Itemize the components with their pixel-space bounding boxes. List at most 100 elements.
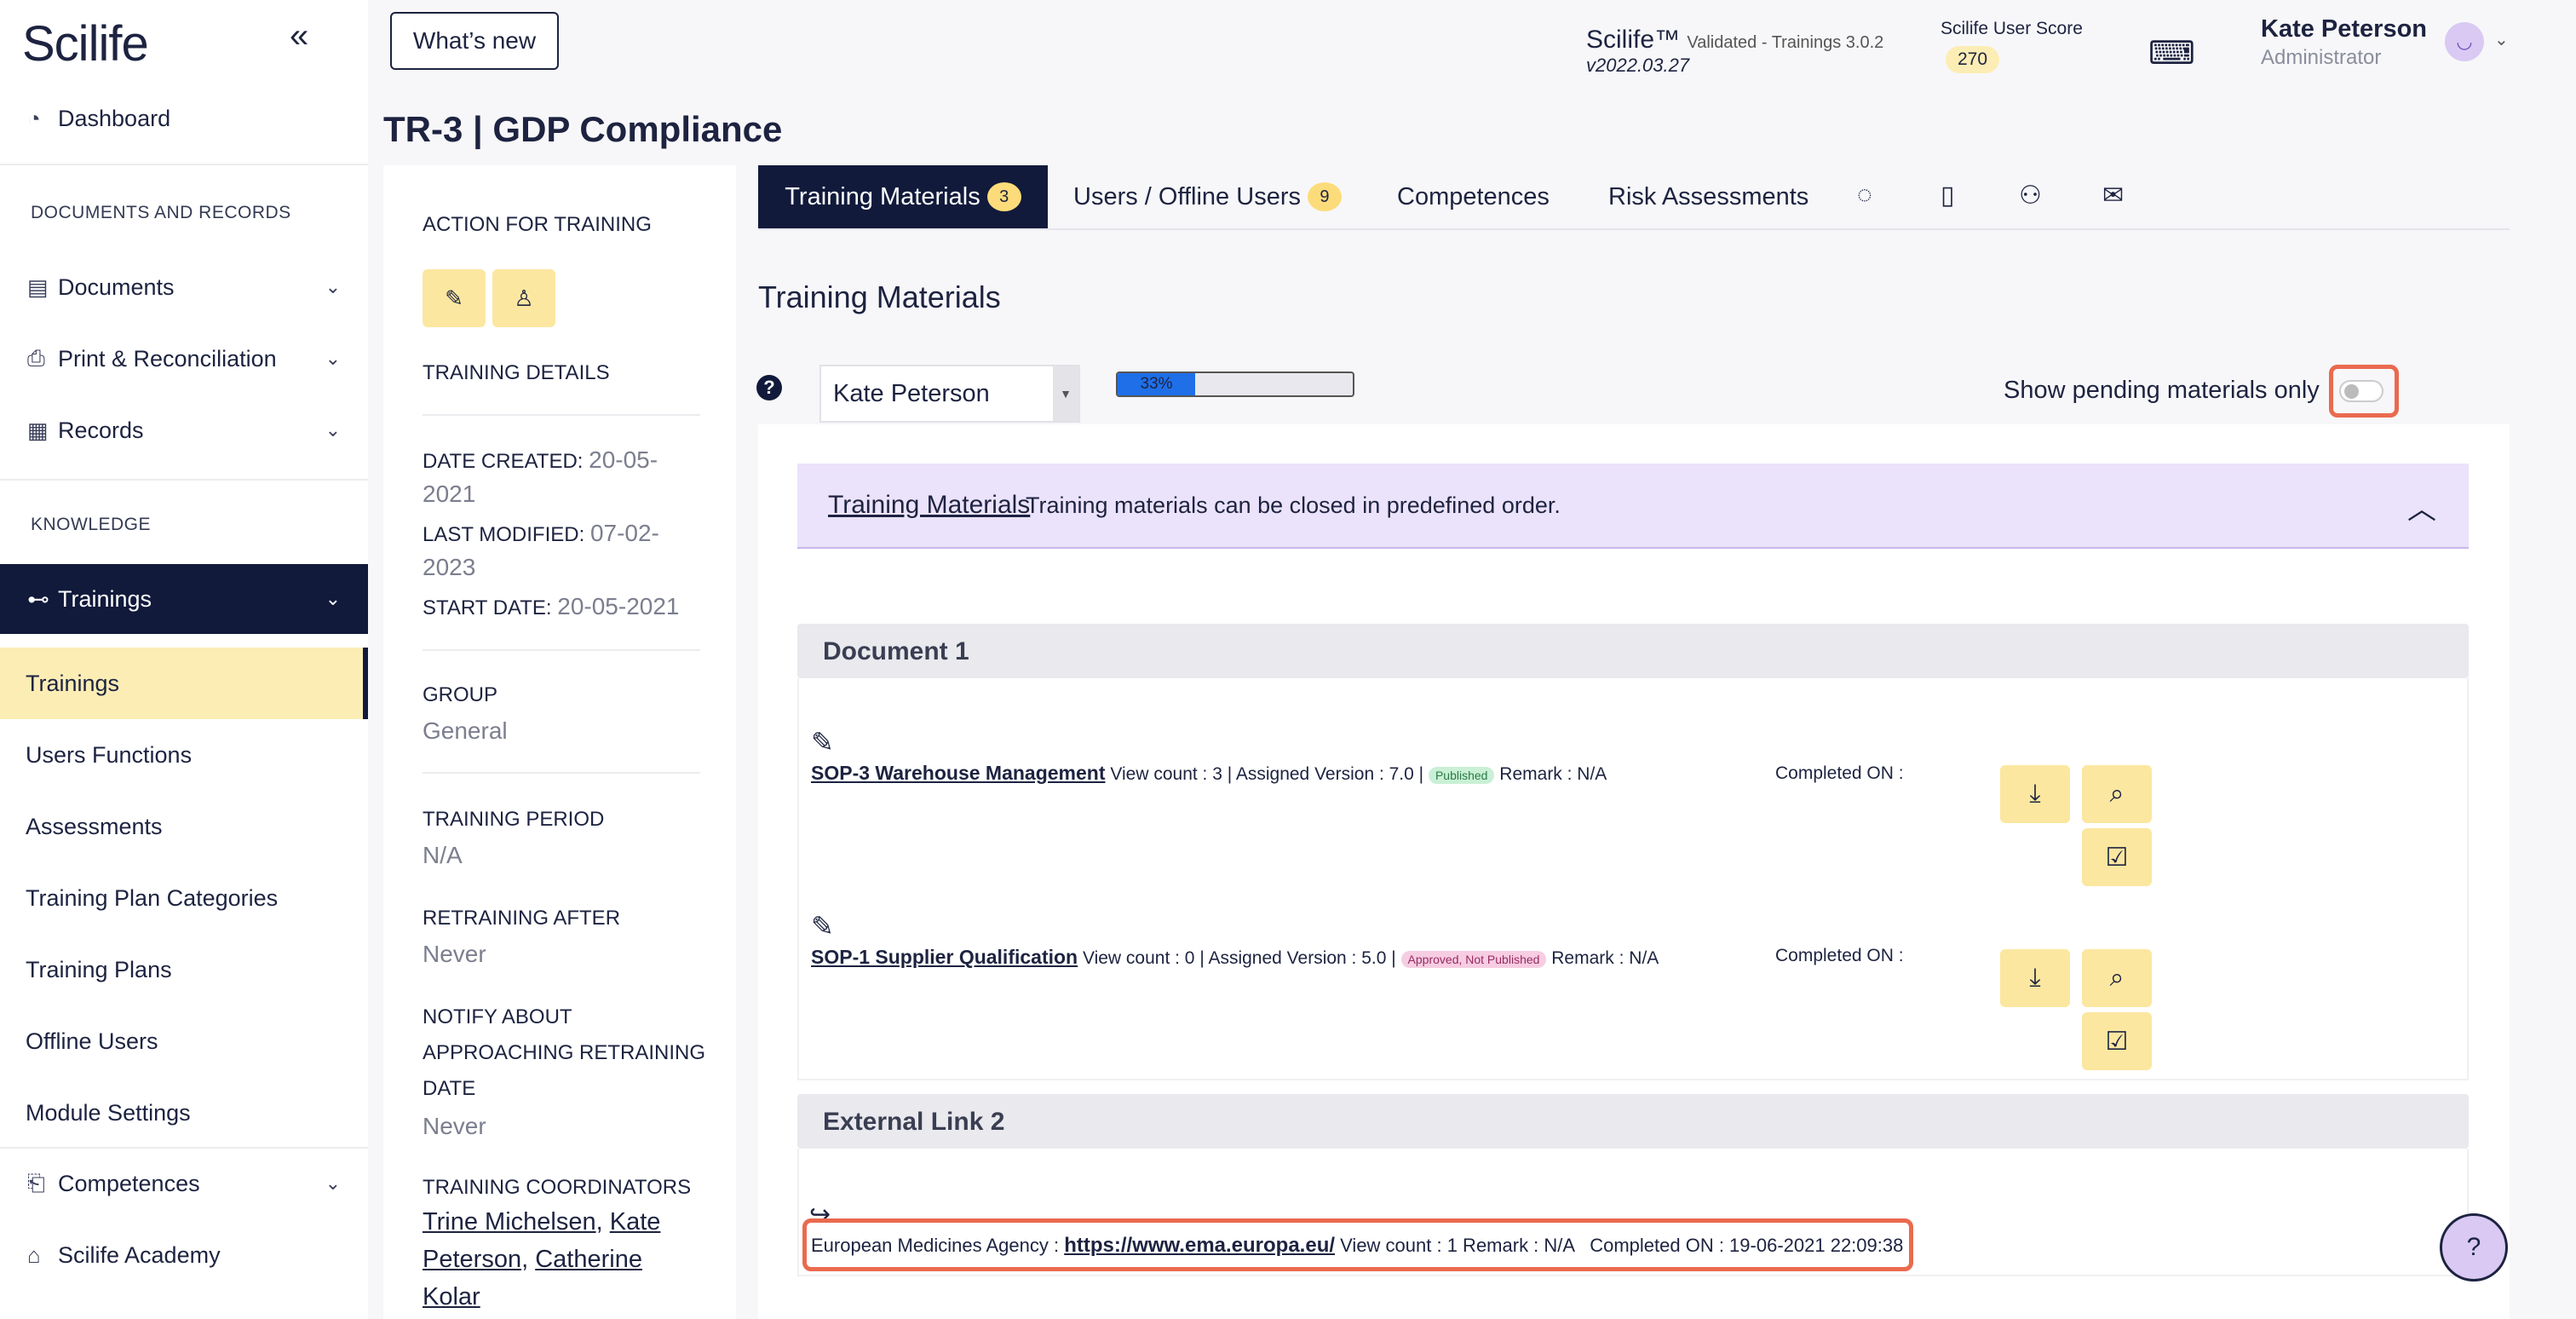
- users-icon[interactable]: ⚇: [2019, 181, 2042, 210]
- external-link-url[interactable]: https://www.ema.europa.eu/: [1064, 1234, 1335, 1257]
- user-name[interactable]: Kate Peterson: [2261, 15, 2427, 43]
- training-period-value: N/A: [423, 842, 463, 868]
- comma: ,: [595, 1208, 603, 1235]
- pencil-icon: ✎: [445, 285, 463, 311]
- mark-complete-button[interactable]: ☑: [2082, 1012, 2152, 1070]
- user-score-label: Scilife User Score: [1941, 19, 2083, 38]
- assign-user-button[interactable]: ♙: [492, 269, 555, 327]
- notify-label-2: APPROACHING RETRAINING: [423, 1041, 706, 1064]
- sidebar-item-print[interactable]: ⎙ Print & Reconciliation ⌄: [0, 324, 368, 394]
- whats-new-button[interactable]: What’s new: [390, 12, 559, 70]
- view-button[interactable]: ⌕: [2082, 949, 2152, 1007]
- collapse-sidebar-icon[interactable]: «: [290, 19, 327, 56]
- progress-bar: 33%: [1116, 372, 1354, 397]
- divider: [423, 772, 700, 774]
- app-version: v2022.03.27: [1586, 55, 1690, 76]
- records-icon: ▦: [27, 417, 49, 443]
- material-row: SOP-1 Supplier Qualification View count …: [811, 946, 1659, 969]
- sidebar-subitem-offline-users[interactable]: Offline Users: [0, 1005, 368, 1077]
- start-date-value: 20-05-2021: [557, 593, 680, 619]
- sidebar-item-academy[interactable]: ⌂ Scilife Academy: [0, 1220, 368, 1290]
- material-meta: View count : 0 | Assigned Version : 5.0 …: [1082, 948, 1396, 968]
- material-link[interactable]: SOP-1 Supplier Qualification: [811, 946, 1078, 968]
- material-row: SOP-3 Warehouse Management View count : …: [811, 762, 1607, 785]
- tab-users[interactable]: Users / Offline Users 9: [1073, 165, 1342, 228]
- tab-competences[interactable]: Competences: [1397, 165, 1550, 228]
- coordinator-link[interactable]: Trine Michelsen: [423, 1208, 596, 1235]
- chevron-down-icon: ⌄: [325, 1172, 341, 1194]
- date-created-label-text: DATE CREATED:: [423, 450, 584, 473]
- coordinators-line-2: Peterson, Catherine: [423, 1246, 642, 1274]
- sidebar-item-documents[interactable]: ▤ Documents ⌄: [0, 252, 368, 322]
- sidebar-item-competences[interactable]: ⎗ Competences ⌄: [0, 1149, 368, 1218]
- sidebar-item-label: Dashboard: [58, 105, 171, 131]
- coordinator-link[interactable]: Kate: [610, 1208, 661, 1235]
- sidebar-subitem-training-plan-categories[interactable]: Training Plan Categories: [0, 862, 368, 934]
- mark-complete-button[interactable]: ☑: [2082, 828, 2152, 886]
- sidebar-item-label: Competences: [58, 1170, 200, 1196]
- edit-button[interactable]: ✎: [423, 269, 486, 327]
- comment-icon[interactable]: ◌: [1857, 181, 1872, 210]
- tab-risk-assessments[interactable]: Risk Assessments: [1608, 165, 1808, 228]
- help-fab-icon[interactable]: ?: [2440, 1213, 2508, 1282]
- mail-icon[interactable]: ✉: [2102, 181, 2124, 210]
- section-body: [797, 678, 2469, 1080]
- divider: [423, 649, 700, 651]
- last-modified-value-1: 07-02-: [589, 520, 659, 546]
- external-link-row: European Medicines Agency : https://www.…: [811, 1234, 1903, 1258]
- download-button[interactable]: ⤓: [2000, 765, 2070, 823]
- coordinator-link[interactable]: Catherine: [535, 1246, 642, 1273]
- external-link-completed: Completed ON : 19-06-2021 22:09:38: [1590, 1235, 1904, 1256]
- chevron-down-icon: ⌄: [325, 588, 341, 609]
- coordinator-link[interactable]: Peterson: [423, 1246, 521, 1273]
- group-value: General: [423, 717, 508, 744]
- sidebar-subitem-users-functions[interactable]: Users Functions: [0, 719, 368, 791]
- avatar[interactable]: ◡: [2445, 22, 2484, 61]
- sidebar-item-records[interactable]: ▦ Records ⌄: [0, 395, 368, 465]
- divider: [0, 164, 368, 165]
- action-label: ACTION FOR TRAINING: [423, 213, 652, 236]
- view-button[interactable]: ⌕: [2082, 765, 2152, 823]
- sidebar-item-label: Records: [58, 417, 144, 443]
- user-select-value: Kate Peterson: [833, 379, 990, 407]
- chevron-up-icon[interactable]: ︿: [2407, 486, 2436, 527]
- section-title: External Link 2: [823, 1108, 1005, 1136]
- help-icon[interactable]: ?: [756, 375, 782, 400]
- notify-value: Never: [423, 1113, 486, 1139]
- material-link[interactable]: SOP-3 Warehouse Management: [811, 762, 1106, 784]
- file-icon[interactable]: ▯: [1941, 181, 1955, 210]
- notify-label-1: NOTIFY ABOUT: [423, 1005, 572, 1028]
- scilife-logo[interactable]: Scilife: [22, 15, 149, 72]
- external-link-name: European Medicines Agency :: [811, 1235, 1060, 1256]
- coordinator-link[interactable]: Kolar: [423, 1283, 480, 1310]
- document-icon: ▤: [27, 274, 49, 300]
- sidebar-item-dashboard[interactable]: ◔ Dashboard: [0, 84, 368, 153]
- sidebar-subitem-assessments[interactable]: Assessments: [0, 791, 368, 862]
- comma: ,: [521, 1246, 529, 1273]
- chat-icon[interactable]: ⌨: [2148, 34, 2195, 72]
- date-created-value-2: 2021: [423, 481, 476, 507]
- sidebar-subitem-trainings[interactable]: Trainings: [0, 648, 368, 719]
- date-created-label: DATE CREATED: 20-05-: [423, 446, 658, 474]
- sidebar-item-trainings[interactable]: ⊷ Trainings ⌄: [0, 564, 368, 634]
- pending-label: Show pending materials only: [2004, 377, 2320, 404]
- status-badge: Published: [1428, 767, 1495, 784]
- toggle-knob: [2344, 384, 2359, 399]
- pending-toggle[interactable]: [2339, 380, 2383, 402]
- material-meta: View count : 3 | Assigned Version : 7.0 …: [1110, 764, 1424, 784]
- tab-training-materials[interactable]: Training Materials 3: [758, 165, 1048, 228]
- user-select[interactable]: Kate Peterson ▼: [819, 365, 1080, 423]
- info-banner-title[interactable]: Training Materials: [828, 491, 1030, 520]
- chevron-down-icon: ⌄: [325, 276, 341, 297]
- document-edit-icon: ✎: [811, 727, 834, 757]
- training-details-label: TRAINING DETAILS: [423, 361, 610, 384]
- coordinators-line-3: Kolar: [423, 1283, 480, 1311]
- sidebar-subitem-training-plans[interactable]: Training Plans: [0, 934, 368, 1005]
- download-icon: ⤓: [2029, 964, 2041, 992]
- app-name: Scilife™ Validated - Trainings 3.0.2: [1586, 26, 1883, 55]
- chevron-down-icon[interactable]: ⌄: [2494, 29, 2509, 50]
- download-button[interactable]: ⤓: [2000, 949, 2070, 1007]
- tab-label: Training Materials: [785, 182, 980, 210]
- sidebar-subitem-module-settings[interactable]: Module Settings: [0, 1077, 368, 1149]
- training-period-label: TRAINING PERIOD: [423, 808, 605, 831]
